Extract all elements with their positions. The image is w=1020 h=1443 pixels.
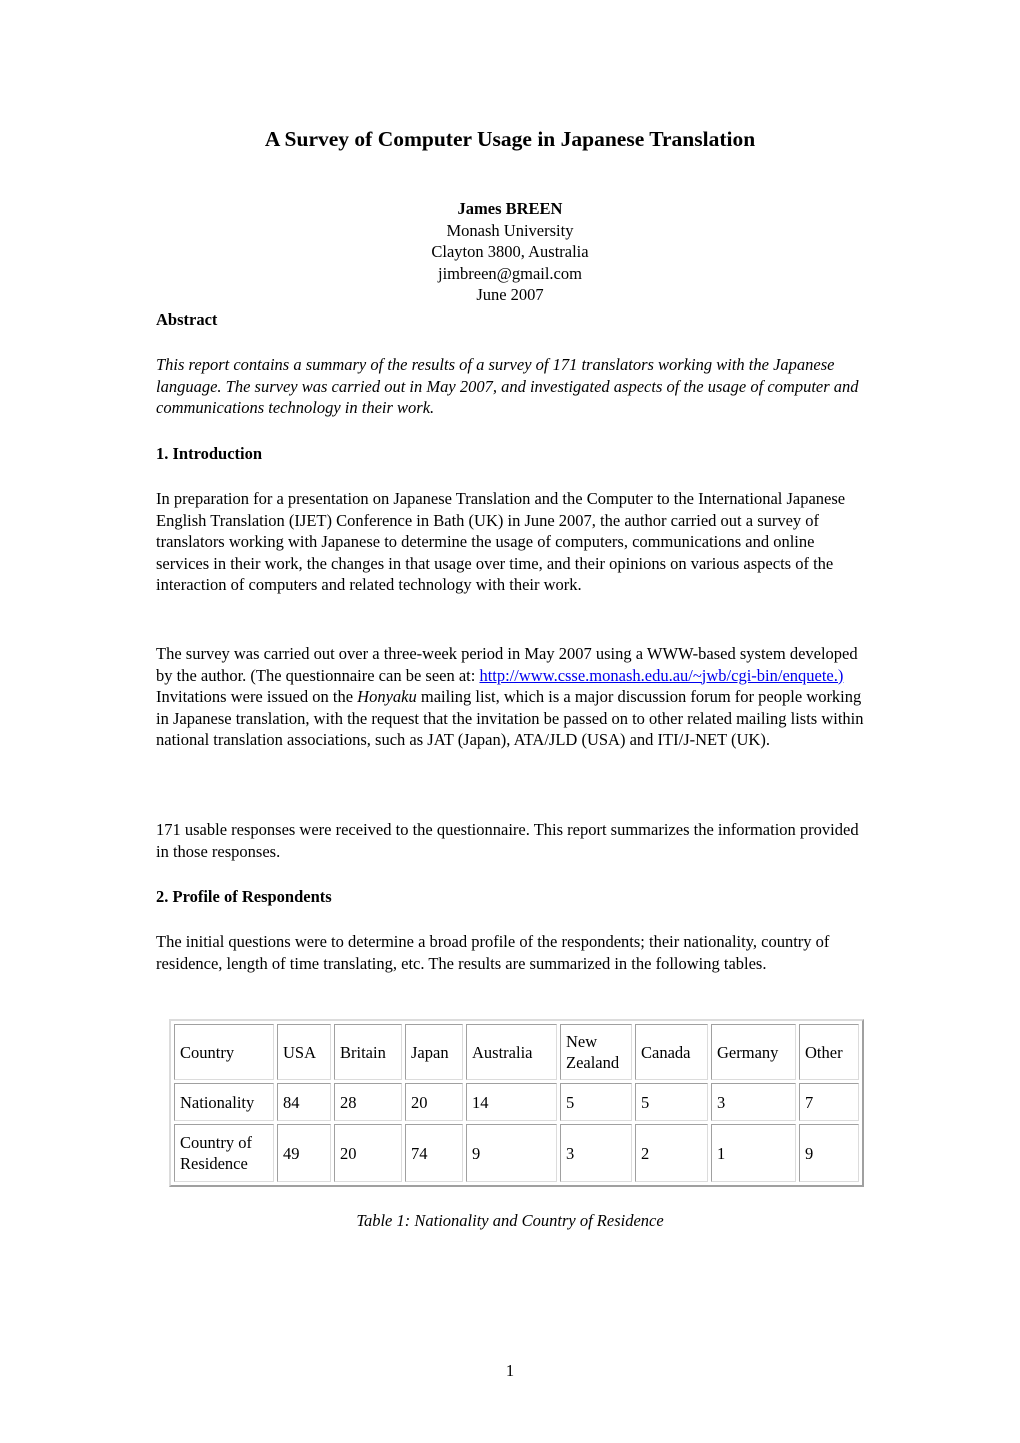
page-number: 1 bbox=[505, 1361, 515, 1380]
section-heading-introduction: 1. Introduction bbox=[156, 444, 263, 463]
table-cell: 20 bbox=[334, 1124, 402, 1182]
honyaku-mailing-list-name: Honyaku bbox=[357, 687, 417, 707]
table-header-row: Country USA Britain Japan Australia New … bbox=[174, 1024, 859, 1080]
table-cell: 1 bbox=[711, 1124, 796, 1182]
table-cell: 14 bbox=[466, 1083, 557, 1121]
table-cell: 3 bbox=[560, 1124, 632, 1182]
author-email: jimbreen@gmail.com bbox=[438, 263, 582, 283]
intro-paragraph-2-text-continued: Invitations were issued on the bbox=[156, 687, 358, 707]
table-row: Nationality 84 28 20 14 5 5 3 7 bbox=[174, 1083, 859, 1121]
author-name: James BREEN bbox=[457, 199, 563, 218]
table-cell: 84 bbox=[277, 1083, 331, 1121]
table-cell: 5 bbox=[635, 1083, 708, 1121]
table-header-cell: Australia bbox=[466, 1024, 557, 1080]
table-row-label: Nationality bbox=[174, 1083, 274, 1121]
document-date: June 2007 bbox=[476, 285, 544, 304]
intro-paragraph-3: 171 usable responses were received to th… bbox=[156, 820, 859, 861]
table-caption: Table 1: Nationality and Country of Resi… bbox=[356, 1211, 664, 1230]
table-header-cell: Country bbox=[174, 1024, 274, 1080]
table-header-cell: New Zealand bbox=[560, 1024, 632, 1080]
table-row: Country of Residence 49 20 74 9 3 2 1 9 bbox=[174, 1124, 859, 1182]
author-affiliation: Monash University bbox=[446, 220, 574, 240]
abstract-heading: Abstract bbox=[156, 310, 218, 329]
abstract-text: This report contains a summary of the re… bbox=[156, 355, 859, 418]
document-title: A Survey of Computer Usage in Japanese T… bbox=[264, 127, 756, 151]
table-header-cell: Japan bbox=[405, 1024, 463, 1080]
nationality-residence-table: Country USA Britain Japan Australia New … bbox=[169, 1019, 864, 1187]
document-page: A Survey of Computer Usage in Japanese T… bbox=[0, 0, 1020, 1443]
profile-paragraph-1: The initial questions were to determine … bbox=[156, 932, 830, 973]
table-cell: 74 bbox=[405, 1124, 463, 1182]
intro-paragraph-1: In preparation for a presentation on Jap… bbox=[156, 489, 846, 595]
intro-paragraph-2: The survey was carried out over a three-… bbox=[156, 643, 868, 751]
table-cell: 49 bbox=[277, 1124, 331, 1182]
table-cell: 9 bbox=[799, 1124, 859, 1182]
author-block: James BREEN Monash University Clayton 38… bbox=[0, 198, 1020, 306]
questionnaire-link[interactable]: http://www.csse.monash.edu.au/~jwb/cgi-b… bbox=[479, 666, 843, 685]
table-cell: 28 bbox=[334, 1083, 402, 1121]
table-header-cell: Britain bbox=[334, 1024, 402, 1080]
table-cell: 9 bbox=[466, 1124, 557, 1182]
section-heading-profile: 2. Profile of Respondents bbox=[156, 887, 332, 906]
table-header-cell: Germany bbox=[711, 1024, 796, 1080]
author-address: Clayton 3800, Australia bbox=[431, 242, 589, 261]
table-header-cell: Other bbox=[799, 1024, 859, 1080]
table-cell: 2 bbox=[635, 1124, 708, 1182]
table-row-label: Country of Residence bbox=[174, 1124, 274, 1182]
table-cell: 7 bbox=[799, 1083, 859, 1121]
table-cell: 3 bbox=[711, 1083, 796, 1121]
table-cell: 5 bbox=[560, 1083, 632, 1121]
table-header-cell: Canada bbox=[635, 1024, 708, 1080]
table-header-cell: USA bbox=[277, 1024, 331, 1080]
table-cell: 20 bbox=[405, 1083, 463, 1121]
